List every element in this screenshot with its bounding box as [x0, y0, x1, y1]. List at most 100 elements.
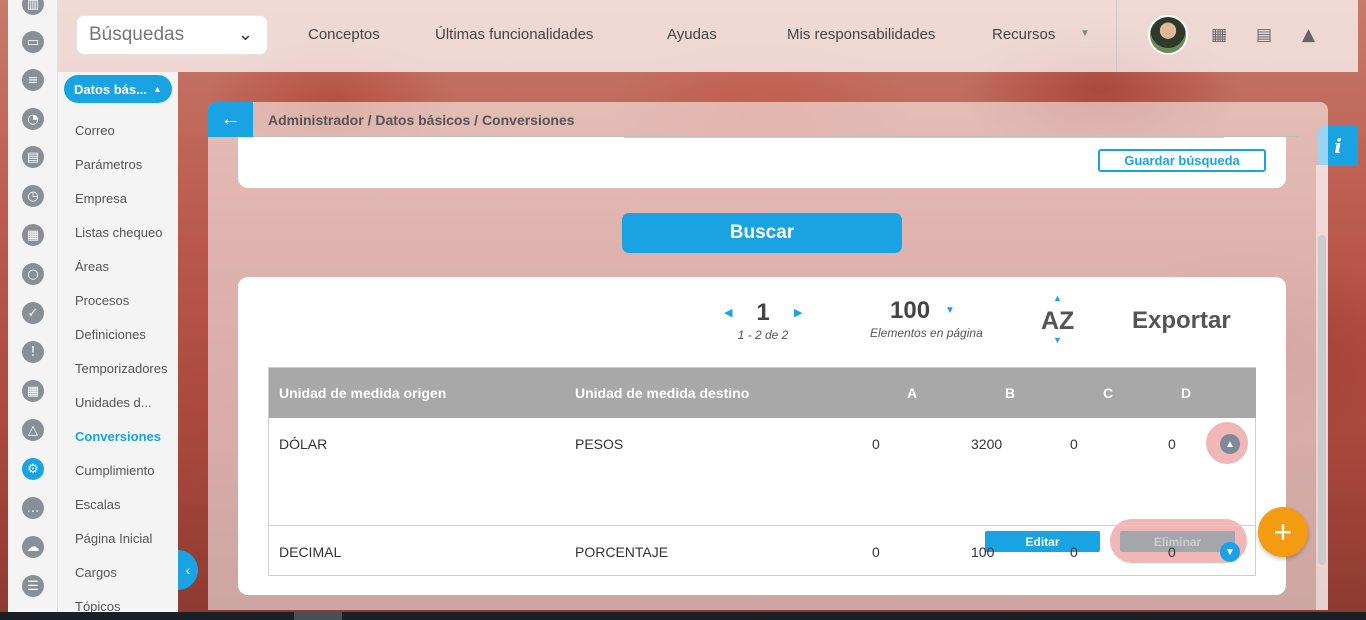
nav-conceptos[interactable]: Conceptos — [308, 26, 380, 43]
document-icon[interactable]: ▦ — [21, 223, 45, 247]
cloud-icon[interactable]: ☁ — [21, 535, 45, 559]
calendar-icon[interactable]: ▦ — [1211, 25, 1231, 45]
submenu-panel: Datos bás... ▲ Correo Parámetros Empresa… — [58, 72, 178, 614]
menu-item-cumplimiento[interactable]: Cumplimiento — [75, 463, 154, 478]
row-divider — [269, 525, 1256, 526]
page-range: 1 - 2 de 2 — [737, 328, 789, 342]
menu-item-correo[interactable]: Correo — [75, 123, 115, 138]
top-bar: Búsquedas ⌄ Conceptos Últimas funcionali… — [58, 0, 1358, 72]
map-icon[interactable]: ▤ — [21, 145, 45, 169]
column-header[interactable]: B — [1005, 385, 1015, 401]
taskbar — [0, 612, 1366, 620]
prev-page-icon[interactable]: ◀ — [724, 306, 732, 319]
save-search-button[interactable]: Guardar búsqueda — [1098, 149, 1266, 172]
main-panel: ← Administrador / Datos básicos / Conver… — [208, 102, 1328, 610]
search-dropdown[interactable]: Búsquedas ⌄ — [76, 15, 268, 55]
back-button[interactable]: ← — [208, 102, 253, 137]
menu-item-parametros[interactable]: Parámetros — [75, 157, 142, 172]
sort-desc-icon[interactable]: ▼ — [1053, 335, 1062, 345]
chat-icon[interactable]: … — [21, 496, 45, 520]
cell-d: 0 — [1168, 436, 1176, 452]
column-header[interactable]: C — [1103, 385, 1113, 401]
column-header[interactable]: D — [1181, 385, 1191, 401]
cell-c: 0 — [1070, 436, 1078, 452]
delete-button[interactable]: Eliminar — [1120, 531, 1235, 552]
divider — [1116, 0, 1117, 72]
menu-item-temporizadores[interactable]: Temporizadores — [75, 361, 168, 376]
nav-ayudas[interactable]: Ayudas — [667, 26, 717, 43]
table-header: Unidad de medida origen Unidad de medida… — [269, 368, 1256, 418]
add-button[interactable]: + — [1258, 507, 1308, 557]
menu-item-definiciones[interactable]: Definiciones — [75, 327, 146, 342]
nav-recursos[interactable]: Recursos — [992, 26, 1055, 43]
network-icon[interactable]: △ — [21, 418, 45, 442]
cell-a: 0 — [872, 436, 880, 452]
calendar-icon[interactable]: ▦ — [21, 379, 45, 403]
presentation-icon[interactable]: ▭ — [21, 30, 45, 54]
filter-card: Guardar búsqueda — [238, 137, 1286, 188]
menu-item-unidades[interactable]: Unidades d... — [75, 395, 152, 410]
search-label: Búsquedas — [89, 24, 185, 45]
menu-item-pagina-inicial[interactable]: Página Inicial — [75, 531, 152, 546]
info-icon: i — [1334, 134, 1342, 158]
taskbar-item[interactable] — [294, 612, 342, 620]
next-page-icon[interactable]: ▶ — [794, 306, 802, 319]
menu-item-areas[interactable]: Áreas — [75, 259, 109, 274]
sort-asc-icon[interactable]: ▲ — [1053, 293, 1062, 303]
menu-item-procesos[interactable]: Procesos — [75, 293, 129, 308]
section-dropdown[interactable]: Datos bás... ▲ — [64, 75, 172, 103]
caret-up-icon: ▲ — [152, 84, 162, 94]
cell-c: 0 — [1070, 544, 1078, 560]
list-icon[interactable]: ☰ — [21, 574, 45, 598]
collapse-row-icon[interactable]: ▲ — [1220, 434, 1240, 454]
cycle-icon[interactable]: ○ — [21, 262, 45, 286]
export-button[interactable]: Exportar — [1132, 307, 1231, 335]
arrow-left-icon: ← — [220, 108, 241, 130]
cell-b: 100 — [971, 544, 995, 560]
search-button[interactable]: Buscar — [622, 213, 902, 253]
menu-item-empresa[interactable]: Empresa — [75, 191, 127, 206]
column-header[interactable]: Unidad de medida origen — [279, 385, 446, 401]
breadcrumb: Administrador / Datos básicos / Conversi… — [268, 112, 575, 128]
avatar[interactable] — [1148, 15, 1188, 55]
plus-icon: + — [1273, 513, 1293, 550]
filter-field-underline — [624, 137, 1224, 138]
menu-item-listas-chequeo[interactable]: Listas chequeo — [75, 225, 162, 240]
menu-item-cargos[interactable]: Cargos — [75, 565, 117, 580]
chart-icon[interactable]: ▥ — [21, 0, 45, 16]
edit-button[interactable]: Editar — [985, 531, 1100, 552]
pie-icon[interactable]: ◔ — [21, 107, 45, 131]
cell-destino: PORCENTAJE — [575, 544, 669, 560]
warning-icon[interactable]: ! — [21, 340, 45, 364]
cell-destino: PESOS — [575, 436, 624, 452]
nav-mis-responsabilidades[interactable]: Mis responsabilidades — [787, 26, 935, 43]
gear-icon[interactable]: ⚙ — [21, 457, 45, 481]
nav-more-caret-icon[interactable]: ▼ — [1080, 28, 1090, 39]
menu-item-escalas[interactable]: Escalas — [75, 497, 121, 512]
sort-button[interactable]: AZ — [1041, 307, 1074, 336]
menu-item-conversiones[interactable]: Conversiones — [75, 429, 161, 444]
bell-icon[interactable]: ▲ — [1302, 25, 1322, 45]
per-page-label: Elementos en página — [870, 326, 983, 340]
cell-a: 0 — [872, 544, 880, 560]
cell-origen: DECIMAL — [279, 544, 342, 560]
check-icon[interactable]: ✓ — [21, 301, 45, 325]
cell-origen: DÓLAR — [279, 436, 328, 452]
column-header[interactable]: A — [907, 385, 917, 401]
conversions-table: Unidad de medida origen Unidad de medida… — [268, 367, 1256, 576]
icon-rail: ▥ ▭ ≡ ◔ ▤ ◷ ▦ ○ ✓ ! ▦ △ ⚙ … ☁ ☰ — [8, 0, 58, 612]
chevron-left-icon: ‹ — [185, 562, 191, 578]
nav-ultimas-funcionalidades[interactable]: Últimas funcionalidades — [435, 26, 593, 43]
expand-row-icon[interactable]: ▼ — [1220, 542, 1240, 562]
clock-icon[interactable]: ◷ — [21, 184, 45, 208]
caret-down-icon[interactable]: ▼ — [945, 305, 955, 316]
results-card: ◀ 1 ▶ 1 - 2 de 2 100 ▼ Elementos en pági… — [238, 277, 1286, 595]
column-header[interactable]: Unidad de medida destino — [575, 385, 749, 401]
current-page: 1 — [756, 299, 770, 326]
chevron-down-icon: ⌄ — [237, 24, 253, 44]
map-icon[interactable]: ▤ — [1256, 25, 1276, 45]
panel-header: ← Administrador / Datos básicos / Conver… — [208, 102, 1298, 137]
cell-b: 3200 — [971, 436, 1003, 452]
gantt-icon[interactable]: ≡ — [21, 68, 45, 92]
per-page-select[interactable]: 100 — [890, 297, 930, 325]
